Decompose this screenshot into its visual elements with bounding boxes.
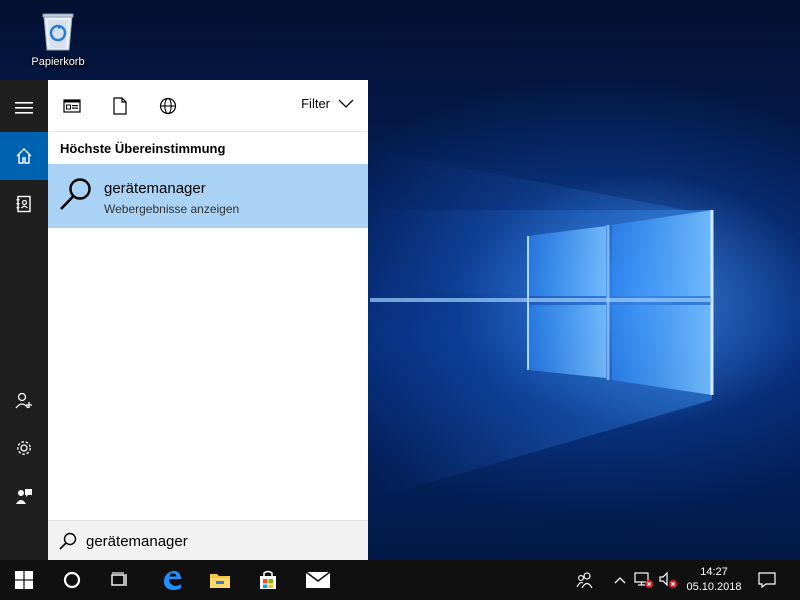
windows-start-icon — [15, 571, 33, 589]
rail-notebook-button[interactable] — [0, 180, 48, 228]
rail-hamburger-button[interactable] — [0, 84, 48, 132]
rail-feedback-button[interactable] — [0, 472, 48, 520]
scope-web-button[interactable] — [156, 94, 180, 118]
search-results-panel: Filter Höchste Übereinstimmung geräteman… — [48, 80, 368, 560]
store-icon — [260, 570, 276, 589]
edge-icon — [164, 571, 181, 590]
start-button[interactable] — [0, 560, 48, 600]
rail-settings-button[interactable] — [0, 424, 48, 472]
action-center-button[interactable] — [752, 560, 782, 600]
scope-documents-button[interactable] — [108, 94, 132, 118]
volume-muted-icon — [659, 571, 677, 588]
search-icon — [60, 178, 91, 210]
cortana-button[interactable] — [48, 560, 96, 600]
chevron-up-icon — [614, 577, 626, 584]
people-icon — [576, 572, 593, 589]
search-box — [48, 520, 368, 560]
taskbar: 14:27 05.10.2018 — [0, 560, 800, 600]
file-explorer-button[interactable] — [196, 560, 244, 600]
task-view-button[interactable] — [96, 560, 144, 600]
people-button[interactable] — [570, 560, 600, 600]
result-subtitle: Webergebnisse anzeigen — [104, 202, 240, 216]
action-center-icon — [758, 572, 776, 588]
desktop-icon-label: Papierkorb — [31, 56, 85, 68]
feedback-icon — [16, 489, 32, 504]
home-icon — [16, 148, 32, 164]
best-match-heading: Höchste Übereinstimmung — [60, 141, 226, 156]
filter-label: Filter — [301, 96, 330, 111]
rail-home-button[interactable] — [0, 132, 48, 180]
scope-apps-button[interactable] — [60, 94, 84, 118]
notebook-icon — [16, 195, 31, 213]
gear-icon — [17, 441, 31, 455]
start-menu: Filter Höchste Übereinstimmung geräteman… — [0, 80, 368, 560]
clock-date: 05.10.2018 — [686, 581, 742, 593]
clock-time: 14:27 — [700, 566, 728, 578]
volume-button[interactable] — [656, 560, 680, 600]
edge-button[interactable] — [148, 560, 196, 600]
add-person-icon — [15, 392, 32, 409]
hamburger-menu-icon — [15, 102, 33, 114]
mail-button[interactable] — [294, 560, 342, 600]
scope-toolbar: Filter — [48, 80, 368, 132]
chevron-down-icon — [338, 99, 354, 108]
file-explorer-icon — [210, 574, 230, 588]
network-button[interactable] — [632, 560, 656, 600]
cortana-circle-icon — [63, 571, 81, 589]
desktop-icon-recycle-bin[interactable]: Papierkorb — [22, 8, 94, 78]
result-title: gerätemanager — [104, 180, 206, 197]
mail-icon — [306, 572, 330, 588]
task-view-icon — [111, 572, 127, 586]
store-button[interactable] — [244, 560, 292, 600]
start-rail — [0, 80, 48, 560]
clock[interactable]: 14:27 05.10.2018 — [680, 560, 748, 600]
recycle-bin-icon — [42, 13, 74, 51]
search-box-icon — [59, 532, 77, 550]
filter-dropdown[interactable]: Filter — [301, 96, 354, 111]
web-globe-icon — [159, 97, 177, 115]
apps-icon — [63, 99, 81, 113]
rail-add-person-button[interactable] — [0, 376, 48, 424]
search-input[interactable] — [86, 529, 356, 553]
show-hidden-icons-button[interactable] — [610, 560, 630, 600]
document-icon — [113, 97, 127, 115]
best-match-result[interactable]: gerätemanager Webergebnisse anzeigen — [48, 164, 368, 228]
network-error-icon — [634, 572, 653, 588]
